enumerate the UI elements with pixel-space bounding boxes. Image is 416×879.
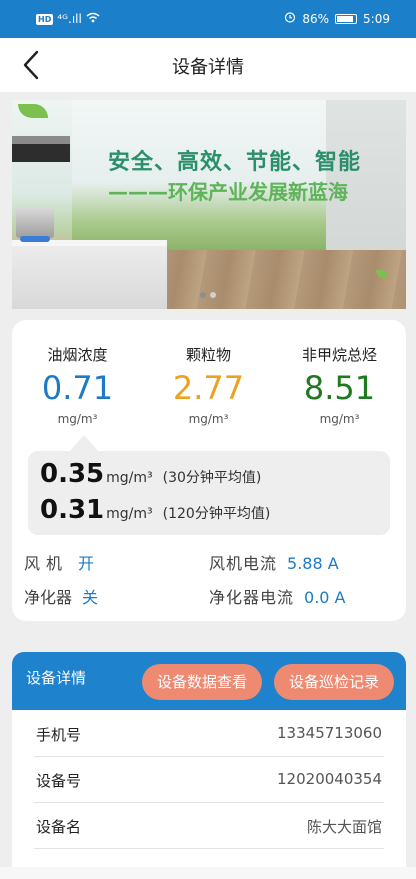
banner-dot-active[interactable] xyxy=(200,292,206,298)
metric-value: 8.51 xyxy=(303,369,376,407)
detail-row-device-id: 设备号 12020040354 xyxy=(34,757,384,803)
detail-label: 设备号 xyxy=(36,772,82,790)
fan-label: 风机 xyxy=(24,554,69,573)
detail-row-device-name: 设备名 陈大大面馆 xyxy=(34,803,384,849)
metric-value: 0.71 xyxy=(41,369,114,407)
banner-headline: 安全、高效、节能、智能 xyxy=(108,150,362,175)
metric-unit: mg/m³ xyxy=(188,412,229,426)
inspection-record-button[interactable]: 设备巡检记录 xyxy=(274,664,394,700)
average-note: (120分钟平均值) xyxy=(162,506,271,522)
metric-nmhc: 非甲烷总烃 8.51 mg/m³ xyxy=(274,344,405,426)
detail-label: 设备名 xyxy=(36,818,82,836)
purifier-current: 净化器电流 0.0 A xyxy=(209,584,346,608)
purifier-value: 关 xyxy=(82,588,99,607)
fan-current-value: 5.88 A xyxy=(287,554,339,573)
metric-label: 颗粒物 xyxy=(185,346,231,364)
banner-counter-image xyxy=(12,240,167,309)
promo-banner[interactable]: 安全、高效、节能、智能 ———环保产业发展新蓝海 xyxy=(12,100,406,309)
metric-unit: mg/m³ xyxy=(57,412,98,426)
metric-label: 油烟浓度 xyxy=(47,346,108,364)
system-nav-bar xyxy=(0,867,416,879)
purifier-status: 净化器关 xyxy=(24,584,98,608)
banner-dot[interactable] xyxy=(210,292,216,298)
battery-icon xyxy=(335,13,358,24)
detail-value: 12020040354 xyxy=(277,770,382,788)
status-left: HD ⁴ᴳ.ıll xyxy=(36,12,100,26)
monitor-card: 油烟浓度 0.71 mg/m³ 颗粒物 2.77 mg/m³ 非甲烷总烃 8.5… xyxy=(12,320,406,621)
metric-unit: mg/m³ xyxy=(319,412,360,426)
details-title: 设备详情 xyxy=(26,669,87,687)
clock: 5:09 xyxy=(363,11,390,26)
purifier-label: 净化器 xyxy=(24,588,73,607)
average-unit: mg/m³ xyxy=(106,506,153,522)
average-panel: 0.35 mg/m³ (30分钟平均值) 0.31 mg/m³ (120分钟平均… xyxy=(28,435,390,535)
metric-oil-fume: 油烟浓度 0.71 mg/m³ xyxy=(12,344,143,426)
signal-icon: ⁴ᴳ.ıll xyxy=(57,12,82,26)
banner-subline: ———环保产业发展新蓝海 xyxy=(108,180,348,204)
details-header: 设备详情 设备数据查看 设备巡检记录 xyxy=(12,652,406,710)
fan-value: 开 xyxy=(78,554,95,573)
battery-percent: 86% xyxy=(302,11,330,26)
device-status: 风机开 风机电流 5.88 A 净化器关 净化器电流 0.0 A xyxy=(12,546,406,616)
average-120min: 0.31 mg/m³ (120分钟平均值) xyxy=(40,495,270,525)
fan-status: 风机开 xyxy=(24,550,94,574)
banner-pagination xyxy=(200,292,216,298)
average-30min: 0.35 mg/m³ (30分钟平均值) xyxy=(40,459,261,489)
status-bar: HD ⁴ᴳ.ıll 86% 5:09 xyxy=(0,0,416,38)
pot-image xyxy=(16,208,54,238)
hd-badge: HD xyxy=(36,13,54,25)
average-value: 0.35 xyxy=(40,459,105,489)
purifier-current-value: 0.0 A xyxy=(304,588,346,607)
average-value: 0.31 xyxy=(40,495,105,525)
average-note: (30分钟平均值) xyxy=(162,470,262,486)
detail-label: 手机号 xyxy=(36,726,82,744)
status-right: 86% 5:09 xyxy=(284,11,390,26)
detail-value: 陈大大面馆 xyxy=(306,818,382,836)
view-data-button[interactable]: 设备数据查看 xyxy=(142,664,262,700)
purifier-current-label: 净化器电流 xyxy=(209,588,295,607)
average-unit: mg/m³ xyxy=(106,470,153,486)
detail-row-phone: 手机号 13345713060 xyxy=(34,711,384,757)
range-hood-image xyxy=(12,136,70,144)
metric-value: 2.77 xyxy=(172,369,245,407)
fan-current: 风机电流 5.88 A xyxy=(209,550,339,574)
detail-value: 13345713060 xyxy=(277,724,382,742)
fan-current-label: 风机电流 xyxy=(209,554,278,573)
metric-particulates: 颗粒物 2.77 mg/m³ xyxy=(143,344,274,426)
metric-label: 非甲烷总烃 xyxy=(301,346,377,364)
page-title: 设备详情 xyxy=(172,57,244,78)
range-hood-base xyxy=(12,144,70,162)
wifi-icon xyxy=(86,12,100,26)
flame-image xyxy=(20,236,50,242)
app-header: 设备详情 xyxy=(0,38,416,92)
alarm-icon xyxy=(284,11,296,26)
device-details-card: 设备详情 设备数据查看 设备巡检记录 手机号 13345713060 设备号 1… xyxy=(12,652,406,867)
